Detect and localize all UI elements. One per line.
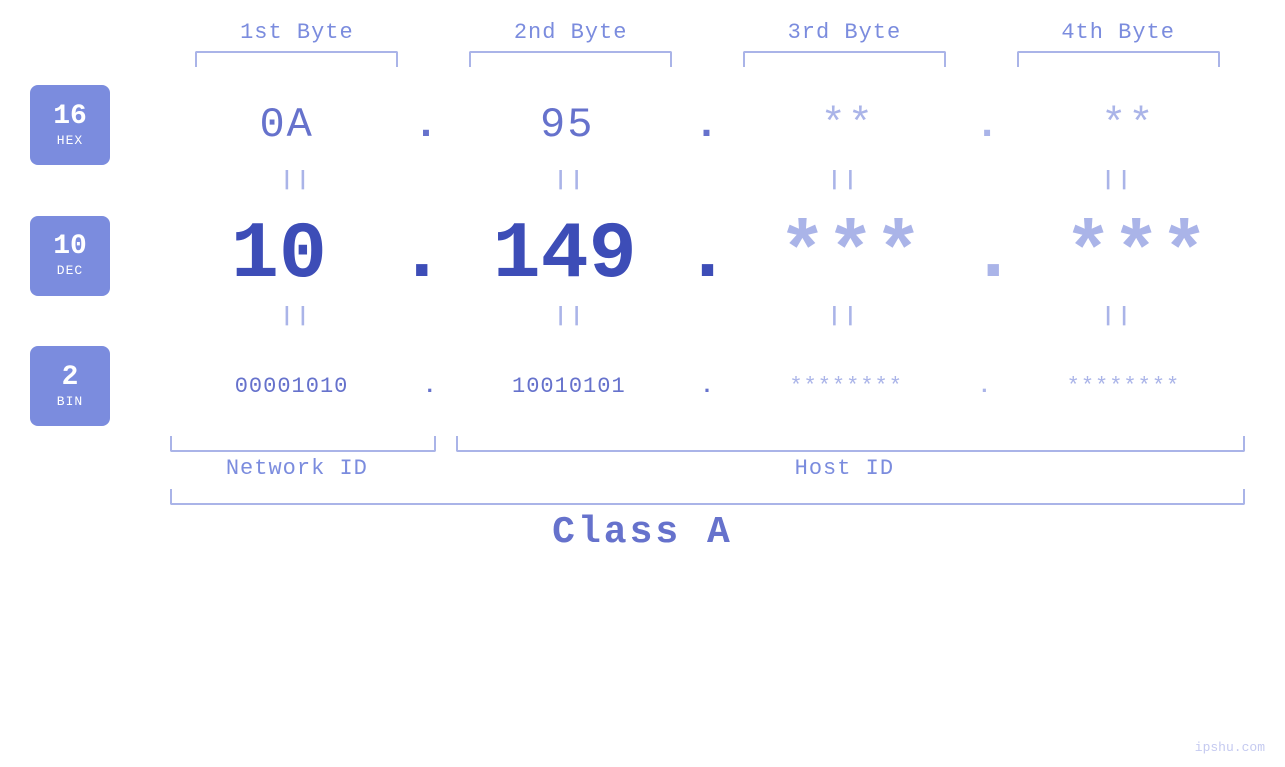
class-label: Class A	[552, 511, 733, 554]
bin-base-label: 2 BIN	[30, 346, 110, 426]
hex-dot1: .	[413, 101, 440, 149]
bracket-cell-4	[981, 51, 1255, 67]
outer-bracket	[170, 489, 1245, 505]
network-id-label: Network ID	[160, 456, 434, 481]
top-bracket-2	[469, 51, 672, 67]
bin-values-row: 00001010 . 10010101 . ******** . *******…	[160, 374, 1255, 399]
equals-1-b4: ||	[981, 169, 1255, 192]
bin-dot3: .	[978, 374, 992, 399]
bin-base-name: BIN	[57, 394, 83, 409]
dec-base-number: 10	[53, 233, 87, 261]
dec-values-row: 10 . 149 . *** . ***	[160, 210, 1255, 301]
bin-dot2: .	[700, 374, 714, 399]
equals-2-b2: ||	[434, 305, 708, 328]
dec-dot1: .	[398, 210, 446, 301]
bracket-cell-3	[708, 51, 982, 67]
hex-base-label: 16 HEX	[30, 85, 110, 165]
equals-row-1: || || || ||	[160, 169, 1255, 192]
main-container: 1st Byte 2nd Byte 3rd Byte 4th Byte 16 H…	[0, 0, 1285, 767]
top-bracket-3	[743, 51, 946, 67]
hex-byte2: 95	[441, 101, 694, 149]
byte2-header: 2nd Byte	[434, 20, 708, 45]
hex-base-name: HEX	[57, 133, 83, 148]
bin-base-number: 2	[62, 364, 79, 392]
byte3-header: 3rd Byte	[708, 20, 982, 45]
dec-base-name: DEC	[57, 263, 83, 278]
dec-byte2: 149	[446, 210, 684, 301]
watermark: ipshu.com	[1195, 740, 1265, 755]
network-id-bracket	[170, 436, 436, 452]
byte4-header: 4th Byte	[981, 20, 1255, 45]
bin-byte3: ********	[715, 374, 978, 399]
hex-byte1: 0A	[160, 101, 413, 149]
dec-base-label: 10 DEC	[30, 216, 110, 296]
hex-row: 16 HEX 0A . 95 . ** . **	[30, 85, 1255, 165]
dec-byte1: 10	[160, 210, 398, 301]
bracket-cell-2	[434, 51, 708, 67]
bracket-cell-1	[160, 51, 434, 67]
equals-2-b4: ||	[981, 305, 1255, 328]
byte1-header: 1st Byte	[160, 20, 434, 45]
hex-values-row: 0A . 95 . ** . **	[160, 101, 1255, 149]
bin-row: 2 BIN 00001010 . 10010101 . ******** . *…	[30, 346, 1255, 426]
host-id-label: Host ID	[434, 456, 1255, 481]
hex-base-number: 16	[53, 103, 87, 131]
dec-byte3: ***	[732, 210, 970, 301]
host-id-bracket	[456, 436, 1245, 452]
bin-byte2: 10010101	[437, 374, 700, 399]
bottom-brackets-row	[160, 436, 1255, 452]
equals-2-b1: ||	[160, 305, 434, 328]
top-bracket-4	[1017, 51, 1220, 67]
byte-headers-row: 1st Byte 2nd Byte 3rd Byte 4th Byte	[160, 0, 1255, 45]
hex-dot2: .	[694, 101, 721, 149]
outer-bracket-row	[160, 489, 1255, 505]
top-bracket-1	[195, 51, 398, 67]
id-labels-row: Network ID Host ID	[160, 456, 1255, 481]
equals-row-2: || || || ||	[160, 305, 1255, 328]
bin-dot1: .	[423, 374, 437, 399]
bin-byte4: ********	[992, 374, 1255, 399]
hex-byte3: **	[721, 101, 974, 149]
dec-byte4: ***	[1017, 210, 1255, 301]
hex-byte4: **	[1002, 101, 1255, 149]
dec-dot2: .	[683, 210, 731, 301]
top-brackets-row	[160, 51, 1255, 67]
dec-row: 10 DEC 10 . 149 . *** . ***	[30, 210, 1255, 301]
dec-dot3: .	[969, 210, 1017, 301]
bin-byte1: 00001010	[160, 374, 423, 399]
equals-1-b3: ||	[708, 169, 982, 192]
class-row: Class A	[30, 511, 1255, 554]
equals-1-b1: ||	[160, 169, 434, 192]
equals-2-b3: ||	[708, 305, 982, 328]
hex-dot3: .	[974, 101, 1001, 149]
equals-1-b2: ||	[434, 169, 708, 192]
